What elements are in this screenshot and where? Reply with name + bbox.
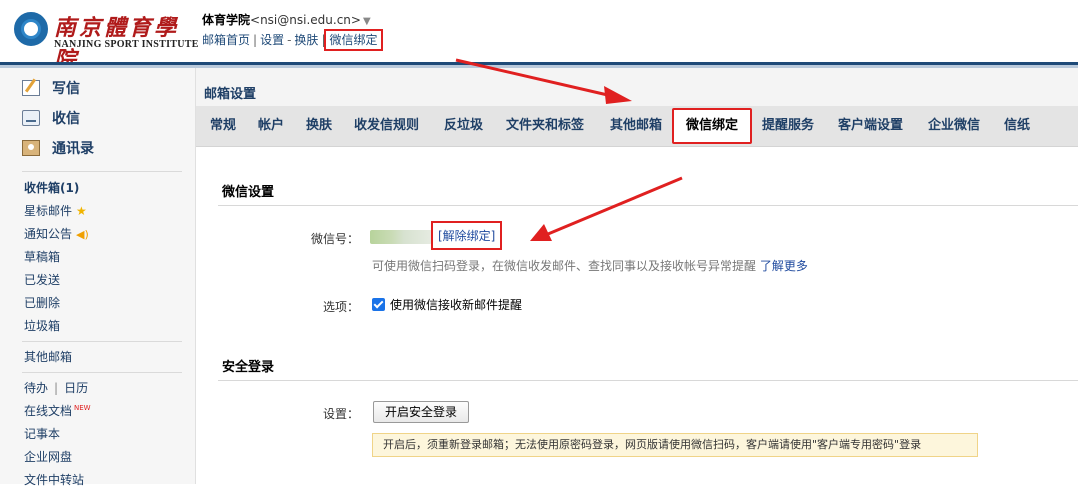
netdisk-link[interactable]: 企业网盘	[24, 448, 72, 465]
tab-general[interactable]: 常规	[210, 106, 236, 146]
folder-spam[interactable]: 垃圾箱	[24, 317, 60, 334]
tab-rules[interactable]: 收发信规则	[354, 106, 419, 146]
folder-deleted[interactable]: 已删除	[24, 294, 60, 311]
main-content: 邮箱设置 常规 帐户 换肤 收发信规则 反垃圾 文件夹和标签 其他邮箱 微信绑定…	[196, 68, 1078, 484]
tab-account[interactable]: 帐户	[258, 106, 284, 146]
wechat-notify-label[interactable]: 使用微信接收新邮件提醒	[390, 296, 522, 313]
caret-down-icon[interactable]: ▼	[363, 16, 371, 27]
wechat-id-value	[370, 230, 432, 244]
divider	[22, 341, 182, 342]
folder-drafts[interactable]: 草稿箱	[24, 248, 60, 265]
divider	[22, 171, 182, 172]
notes-link[interactable]: 记事本	[24, 425, 60, 442]
top-links: 邮箱首页 | 设置 - 换肤 | 微信绑定	[202, 29, 383, 51]
compose-button[interactable]: 写信	[22, 76, 80, 100]
divider: |	[253, 33, 258, 47]
folder-notices[interactable]: 通知公告 ◀)	[24, 225, 89, 242]
star-icon: ★	[76, 204, 87, 218]
tab-wechat-bind[interactable]: 微信绑定	[672, 108, 753, 144]
account-email: <nsi@nsi.edu.cn>	[250, 13, 361, 27]
online-docs-label: 在线文档	[24, 404, 73, 418]
option-label: 选项：	[322, 300, 359, 314]
secure-login-notice: 开启后，须重新登录邮箱；无法使用原密码登录，网页版请使用微信扫码，客户端请使用"…	[372, 433, 978, 457]
link-settings[interactable]: 设置	[260, 33, 284, 47]
tab-other-mail[interactable]: 其他邮箱	[610, 106, 662, 146]
folder-starred-label: 星标邮件	[24, 204, 73, 218]
other-mailboxes[interactable]: 其他邮箱	[24, 348, 72, 365]
calendar-link[interactable]: 日历	[64, 381, 88, 395]
enable-secure-login-button[interactable]: 开启安全登录	[373, 401, 469, 423]
divider	[218, 380, 1078, 381]
wechat-section-title: 微信设置	[222, 185, 275, 200]
todo-link[interactable]: 待办	[24, 381, 48, 395]
security-setting-label: 设置：	[322, 407, 359, 421]
folder-starred[interactable]: 星标邮件 ★	[24, 202, 87, 219]
settings-panel: 微信设置 微信号： [解除绑定] 可使用微信扫码登录，在微信收发邮件、查找同事以…	[196, 147, 1078, 484]
tab-reminders[interactable]: 提醒服务	[762, 106, 814, 146]
compose-label: 写信	[52, 81, 80, 97]
contacts-button[interactable]: 通讯录	[22, 136, 94, 160]
contacts-label: 通讯录	[52, 141, 94, 157]
divider	[218, 205, 1078, 206]
logo-english-name: NANJING SPORT INSTITUTE	[54, 39, 199, 50]
link-skin[interactable]: 换肤	[294, 33, 318, 47]
wechat-notify-checkbox[interactable]	[372, 298, 385, 311]
divider: |	[321, 33, 326, 47]
wechat-id-label: 微信号：	[310, 232, 359, 246]
tab-antispam[interactable]: 反垃圾	[444, 106, 483, 146]
wechat-hint: 可使用微信扫码登录，在微信收发邮件、查找同事以及接收帐号异常提醒 了解更多	[372, 257, 808, 274]
tools-row: 待办 | 日历	[24, 379, 88, 396]
folder-inbox[interactable]: 收件箱(1)	[24, 179, 79, 196]
account-info[interactable]: 体育学院<nsi@nsi.edu.cn> ▼	[202, 11, 371, 28]
tab-skin[interactable]: 换肤	[306, 106, 332, 146]
security-section-title: 安全登录	[222, 360, 275, 375]
receive-label: 收信	[52, 111, 80, 127]
settings-tabs: 常规 帐户 换肤 收发信规则 反垃圾 文件夹和标签 其他邮箱 微信绑定 提醒服务…	[196, 106, 1078, 147]
inbox-icon	[22, 110, 40, 126]
folder-sent[interactable]: 已发送	[24, 271, 60, 288]
receive-button[interactable]: 收信	[22, 106, 80, 130]
school-logo[interactable]: 南京體育學院 NANJING SPORT INSTITUTE	[12, 8, 199, 73]
school-seal-icon	[14, 12, 48, 46]
page-title: 邮箱设置	[204, 87, 257, 102]
sidebar: 写信 收信 通讯录 收件箱(1) 星标邮件 ★ 通知公告 ◀) 草稿箱 已发送 已删…	[0, 68, 196, 487]
pencil-icon	[22, 80, 40, 96]
tab-stationery[interactable]: 信纸	[1004, 106, 1030, 146]
tab-wework[interactable]: 企业微信	[928, 106, 980, 146]
online-docs-link[interactable]: 在线文档 NEW	[24, 402, 91, 419]
folder-notices-label: 通知公告	[24, 227, 73, 241]
new-badge: NEW	[74, 404, 91, 412]
speaker-icon: ◀)	[76, 228, 89, 241]
divider	[22, 372, 182, 373]
tab-folders[interactable]: 文件夹和标签	[506, 106, 584, 146]
unbind-link[interactable]: [解除绑定]	[430, 221, 503, 250]
link-wechat-bind[interactable]: 微信绑定	[324, 29, 383, 51]
learn-more-link[interactable]: 了解更多	[760, 259, 808, 273]
wechat-hint-text: 可使用微信扫码登录，在微信收发邮件、查找同事以及接收帐号异常提醒	[372, 259, 757, 273]
divider: |	[54, 381, 59, 395]
link-mail-home[interactable]: 邮箱首页	[202, 33, 250, 47]
contacts-icon	[22, 140, 40, 156]
header: 南京體育學院 NANJING SPORT INSTITUTE 体育学院<nsi@…	[0, 0, 1078, 73]
tab-client[interactable]: 客户端设置	[838, 106, 903, 146]
file-transfer-link[interactable]: 文件中转站	[24, 471, 84, 488]
account-name: 体育学院	[202, 13, 251, 27]
divider: -	[287, 33, 292, 47]
